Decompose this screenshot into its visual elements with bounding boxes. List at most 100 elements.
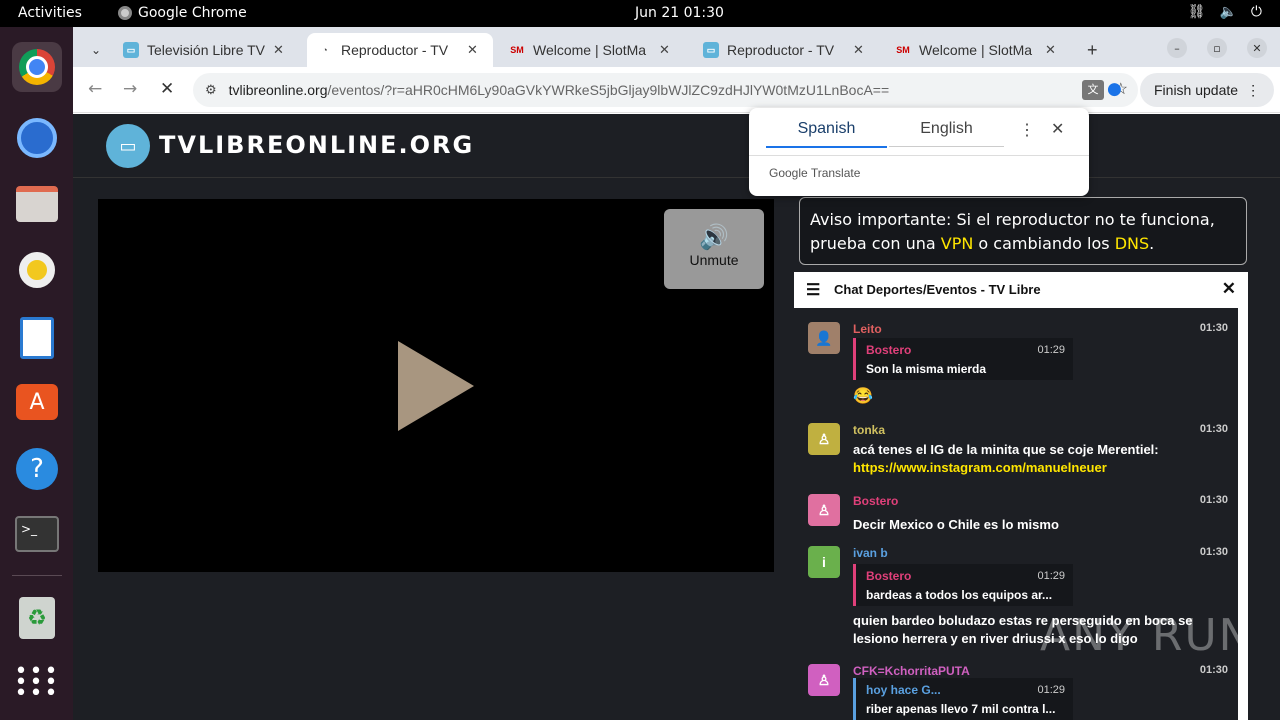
finish-update-label: Finish update — [1154, 82, 1239, 98]
avatar[interactable]: 👤 — [808, 322, 840, 354]
quoted-message[interactable]: hoy hace G... 01:29 riber apenas llevo 7… — [853, 678, 1073, 720]
tab-3[interactable]: SM Welcome | SlotMa ✕ — [499, 33, 680, 67]
system-top-bar: Activities Google Chrome Jun 21 01:30 ⛓ … — [0, 0, 1280, 27]
chat-message: ♙ tonka 01:30 acá tenes el IG de la mini… — [808, 423, 1228, 483]
chat-title: Chat Deportes/Eventos - TV Libre — [834, 282, 1041, 297]
slotmania-icon: SM — [896, 45, 910, 55]
vpn-link[interactable]: VPN — [941, 234, 974, 253]
chat-text: acá tenes el IG de la minita que se coje… — [853, 442, 1159, 457]
translate-icon[interactable]: 文 — [1082, 80, 1104, 100]
divider — [749, 155, 1089, 156]
chat-text: Decir Mexico o Chile es lo mismo — [853, 517, 1059, 532]
video-player[interactable]: 🔊 Unmute — [98, 199, 774, 572]
avatar-icon[interactable]: ♙ — [808, 494, 840, 526]
avatar[interactable]: i — [808, 546, 840, 578]
help-icon: ? — [16, 448, 58, 490]
stop-loading-icon[interactable]: ✕ — [160, 79, 174, 99]
chat-username[interactable]: Leito — [853, 322, 882, 336]
back-arrow-icon[interactable]: ← — [88, 79, 102, 99]
dock: A ? >_ ♻ ••• ••• ••• — [0, 27, 73, 720]
close-icon[interactable]: ✕ — [1222, 279, 1236, 299]
chrome-icon — [19, 49, 55, 85]
writer-icon — [20, 317, 54, 359]
translate-popup: Spanish English ⋮ ✕ Google Translate — [749, 108, 1089, 196]
close-icon[interactable]: ✕ — [1045, 42, 1056, 58]
tab-1[interactable]: ▭ Televisión Libre TV ✕ — [113, 33, 294, 67]
avatar-icon[interactable]: ♙ — [808, 423, 840, 455]
translate-tab-spanish[interactable]: Spanish — [766, 120, 887, 148]
network-icon: ⛓ — [1187, 4, 1206, 20]
tab-4[interactable]: ▭ Reproductor - TV ✕ — [693, 33, 874, 67]
rhythmbox-icon — [19, 252, 55, 288]
chat-username[interactable]: Bostero — [853, 494, 898, 508]
close-icon[interactable]: ✕ — [1051, 119, 1064, 139]
files-icon — [16, 186, 58, 222]
dock-app-center[interactable]: A — [12, 377, 62, 427]
chat-username[interactable]: ivan b — [853, 546, 888, 560]
chat-link[interactable]: https://www.instagram.com/manuelneuer — [853, 459, 1223, 477]
app-menu[interactable]: Google Chrome — [118, 5, 247, 21]
unmute-label: Unmute — [689, 252, 739, 268]
avatar-icon[interactable]: ♙ — [808, 664, 840, 696]
tv-logo-icon[interactable]: ▭ — [106, 124, 150, 168]
close-icon[interactable]: ✕ — [273, 42, 284, 58]
tab-strip: ⌄ ▭ Televisión Libre TV ✕ ◔ Reproductor … — [73, 27, 1280, 67]
hamburger-menu-icon[interactable]: ☰ — [806, 280, 820, 300]
chevron-down-icon: ⌄ — [91, 43, 102, 57]
site-title[interactable]: TVLIBREONLINE.ORG — [159, 131, 474, 159]
chat-time: 01:30 — [1199, 423, 1228, 435]
close-icon[interactable]: ✕ — [659, 42, 670, 58]
quote-time: 01:29 — [1037, 570, 1065, 582]
plus-icon: + — [1087, 39, 1098, 60]
site-info-icon[interactable]: ⚙ — [205, 82, 217, 98]
dock-rhythmbox[interactable] — [12, 245, 62, 295]
quoted-message[interactable]: Bostero 01:29 Son la misma mierda — [853, 338, 1073, 380]
close-icon[interactable]: ✕ — [853, 42, 864, 58]
system-tray[interactable]: ⛓ 🔈 ⏻ — [1188, 4, 1262, 20]
chat-message: 👤 Leito 01:30 Bostero 01:29 Son la misma… — [808, 322, 1228, 412]
chat-time: 01:30 — [1199, 664, 1228, 676]
speaker-icon: 🔊 — [699, 224, 729, 251]
new-tab-button[interactable]: + — [1077, 33, 1108, 67]
chat-message: ♙ Bostero 01:30 Decir Mexico o Chile es … — [808, 494, 1228, 534]
dock-terminal[interactable]: >_ — [12, 509, 62, 559]
chat-username[interactable]: CFK=KchorritaPUTA — [853, 664, 970, 678]
dock-chrome[interactable] — [12, 42, 62, 92]
dock-thunderbird[interactable] — [12, 113, 62, 163]
avatar-letter: i — [822, 554, 826, 570]
tab-title: Reproductor - TV — [727, 42, 835, 58]
dock-separator — [12, 575, 62, 576]
play-icon[interactable] — [398, 341, 474, 431]
address-bar[interactable]: ⚙ tvlibreonline.org/eventos/?r=aHR0cHM6L… — [193, 73, 1138, 107]
slotmania-icon: SM — [510, 45, 524, 55]
close-window-button[interactable]: ✕ — [1247, 38, 1267, 58]
maximize-button[interactable]: ▫ — [1207, 38, 1227, 58]
chat-text: 😂 — [853, 388, 873, 405]
dock-trash[interactable]: ♻ — [12, 593, 62, 643]
profile-icon[interactable]: ● — [1107, 79, 1122, 99]
minimize-button[interactable]: – — [1167, 38, 1187, 58]
chat-time: 01:30 — [1199, 322, 1228, 334]
tab-2[interactable]: ◔ Reproductor - TV ✕ — [307, 33, 493, 67]
dock-help[interactable]: ? — [12, 444, 62, 494]
loading-icon: ◔ — [322, 45, 328, 55]
url-domain: tvlibreonline.org — [228, 82, 328, 98]
tvlibre-icon: ▭ — [123, 42, 139, 58]
tab-5[interactable]: SM Welcome | SlotMa ✕ — [885, 33, 1066, 67]
trash-icon: ♻ — [19, 597, 55, 639]
dock-writer[interactable] — [12, 313, 62, 363]
more-options-icon[interactable]: ⋮ — [1019, 120, 1035, 140]
dns-link[interactable]: DNS — [1115, 234, 1149, 253]
forward-arrow-icon[interactable]: → — [123, 79, 137, 99]
unmute-button[interactable]: 🔊 Unmute — [664, 209, 764, 289]
activities-button[interactable]: Activities — [18, 5, 82, 21]
dock-files[interactable] — [12, 179, 62, 229]
clock[interactable]: Jun 21 01:30 — [635, 5, 724, 21]
dock-app-grid[interactable]: ••• ••• ••• — [12, 657, 62, 707]
finish-update-button[interactable]: Finish update ⋮ — [1140, 73, 1274, 107]
quoted-message[interactable]: Bostero 01:29 bardeas a todos los equipo… — [853, 564, 1073, 606]
tab-search-button[interactable]: ⌄ — [81, 33, 111, 67]
chat-username[interactable]: tonka — [853, 423, 885, 437]
close-icon[interactable]: ✕ — [467, 42, 478, 58]
translate-tab-english[interactable]: English — [889, 120, 1004, 147]
